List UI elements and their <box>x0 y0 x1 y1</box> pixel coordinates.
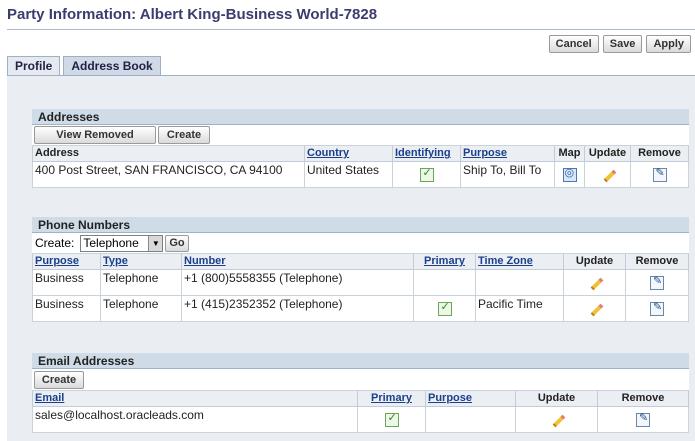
remove-cell <box>625 294 689 322</box>
col-primary[interactable]: Primary <box>413 254 476 270</box>
remove-cell <box>630 160 689 188</box>
col-address: Address <box>32 146 305 162</box>
update-pencil-icon[interactable] <box>587 302 603 318</box>
remove-cell <box>625 268 689 296</box>
phone-numbers-section: Phone Numbers Create: Telephone ▼ Go Pur… <box>32 217 689 322</box>
time-zone-cell <box>475 268 564 296</box>
tab-profile[interactable]: Profile <box>7 56 61 75</box>
purpose-cell: Ship To, Bill To <box>460 160 555 188</box>
col-map: Map <box>554 146 585 162</box>
email-toolbar: Create <box>32 369 689 391</box>
primary-cell <box>357 405 426 433</box>
update-pencil-icon[interactable] <box>549 413 565 429</box>
col-update: Update <box>515 391 598 407</box>
create-email-button[interactable]: Create <box>34 370 84 389</box>
addresses-toolbar: View Removed Create <box>32 125 689 146</box>
col-remove: Remove <box>625 254 689 270</box>
save-button[interactable]: Save <box>602 35 643 53</box>
email-cell: sales@localhost.oracleads.com <box>32 405 358 433</box>
type-cell: Telephone <box>100 294 182 322</box>
update-cell <box>563 268 626 296</box>
addresses-table: Address Country Identifying Purpose Map … <box>32 146 689 188</box>
primary-check-icon <box>437 300 452 316</box>
col-purpose[interactable]: Purpose <box>32 254 101 270</box>
table-row: sales@localhost.oracleads.com <box>32 405 689 433</box>
email-addresses-section: Email Addresses Create Email Primary Pur… <box>32 353 689 433</box>
phone-create-row: Create: Telephone ▼ Go <box>32 233 689 254</box>
table-row: Business Telephone +1 (800)5558355 (Tele… <box>32 268 689 296</box>
update-pencil-icon[interactable] <box>587 276 603 292</box>
purpose-cell: Business <box>32 268 101 296</box>
email-addresses-heading: Email Addresses <box>32 353 689 369</box>
col-update: Update <box>563 254 626 270</box>
phone-type-select[interactable]: Telephone ▼ <box>80 234 164 252</box>
phone-create-label: Create: <box>35 236 75 250</box>
col-purpose[interactable]: Purpose <box>460 146 555 162</box>
col-purpose[interactable]: Purpose <box>425 391 516 407</box>
tab-address-book[interactable]: Address Book <box>63 56 161 75</box>
apply-button[interactable]: Apply <box>646 35 691 53</box>
update-cell <box>563 294 626 322</box>
addresses-section: Addresses View Removed Create Address Co… <box>32 109 689 188</box>
col-identifying[interactable]: Identifying <box>392 146 461 162</box>
update-cell <box>584 160 631 188</box>
email-addresses-table: Email Primary Purpose Update Remove sale… <box>32 391 689 433</box>
remove-icon[interactable] <box>650 300 664 316</box>
phone-numbers-heading: Phone Numbers <box>32 217 689 233</box>
col-time-zone[interactable]: Time Zone <box>475 254 564 270</box>
update-pencil-icon[interactable] <box>600 168 616 184</box>
col-primary[interactable]: Primary <box>357 391 426 407</box>
chevron-down-icon: ▼ <box>148 235 163 251</box>
remove-cell <box>597 405 689 433</box>
cancel-button[interactable]: Cancel <box>548 35 599 53</box>
col-remove: Remove <box>630 146 689 162</box>
page-title: Party Information: Albert King-Business … <box>7 6 378 23</box>
remove-icon[interactable] <box>636 411 650 427</box>
primary-cell <box>413 294 476 322</box>
addresses-heading: Addresses <box>32 109 689 125</box>
tab-content: Addresses View Removed Create Address Co… <box>7 75 695 441</box>
purpose-cell <box>425 405 516 433</box>
map-icon[interactable] <box>562 166 577 182</box>
page-actions: Cancel Save Apply <box>548 35 691 53</box>
identifying-check-icon <box>419 166 434 182</box>
col-email[interactable]: Email <box>32 391 358 407</box>
col-type[interactable]: Type <box>100 254 182 270</box>
tab-bar: Profile Address Book <box>7 56 161 75</box>
identifying-cell <box>392 160 461 188</box>
title-divider <box>7 29 695 30</box>
address-cell: 400 Post Street, SAN FRANCISCO, CA 94100 <box>32 160 305 188</box>
number-cell: +1 (800)5558355 (Telephone) <box>181 268 414 296</box>
purpose-cell: Business <box>32 294 101 322</box>
remove-icon[interactable] <box>652 166 667 182</box>
view-removed-button[interactable]: View Removed <box>34 126 156 144</box>
col-remove: Remove <box>597 391 689 407</box>
phone-type-select-value: Telephone <box>83 235 139 250</box>
remove-icon[interactable] <box>650 274 664 290</box>
primary-cell <box>413 268 476 296</box>
time-zone-cell: Pacific Time <box>475 294 564 322</box>
go-button[interactable]: Go <box>165 234 189 252</box>
country-cell: United States <box>304 160 393 188</box>
type-cell: Telephone <box>100 268 182 296</box>
update-cell <box>515 405 598 433</box>
phone-numbers-table: Purpose Type Number Primary Time Zone Up… <box>32 254 689 322</box>
table-row: Business Telephone +1 (415)2352352 (Tele… <box>32 294 689 322</box>
number-cell: +1 (415)2352352 (Telephone) <box>181 294 414 322</box>
table-row: 400 Post Street, SAN FRANCISCO, CA 94100… <box>32 160 689 188</box>
primary-check-icon <box>384 411 399 427</box>
col-number[interactable]: Number <box>181 254 414 270</box>
col-update: Update <box>584 146 631 162</box>
col-country[interactable]: Country <box>304 146 393 162</box>
create-address-button[interactable]: Create <box>158 126 210 144</box>
map-cell <box>554 160 585 188</box>
